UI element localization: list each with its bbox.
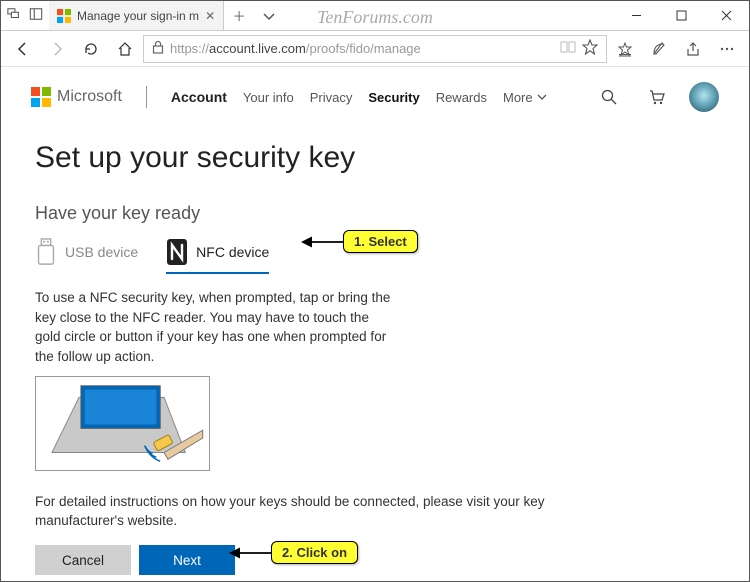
ink-notes-icon[interactable] <box>643 33 675 65</box>
divider <box>146 86 147 108</box>
share-icon[interactable] <box>677 33 709 65</box>
nfc-illustration <box>35 376 210 471</box>
annotation-step-1: 1. Select <box>301 230 418 253</box>
lock-icon <box>152 40 164 57</box>
chevron-down-icon <box>537 92 547 102</box>
annotation-step-2-label: 2. Click on <box>271 541 358 564</box>
nav-rewards[interactable]: Rewards <box>436 90 487 105</box>
site-favicon-icon <box>57 9 71 23</box>
header-search-icon[interactable] <box>593 81 625 113</box>
tab-title: Manage your sign-in m <box>77 9 199 23</box>
browser-address-bar: https://account.live.com/proofs/fido/man… <box>1 31 749 67</box>
browser-tab[interactable]: Manage your sign-in m ✕ <box>49 1 224 30</box>
manufacturer-detail: For detailed instructions on how your ke… <box>35 493 615 531</box>
arrow-left-icon <box>229 543 271 563</box>
page-title: Set up your security key <box>35 141 715 175</box>
tab-close-icon[interactable]: ✕ <box>205 9 215 23</box>
user-avatar[interactable] <box>689 82 719 112</box>
favorite-star-icon[interactable] <box>582 39 598 58</box>
window-minimize-button[interactable] <box>614 1 659 30</box>
nav-back-button[interactable] <box>7 33 39 65</box>
nfc-description: To use a NFC security key, when prompted… <box>35 288 395 366</box>
microsoft-brand[interactable]: Microsoft <box>31 87 122 107</box>
brand-text: Microsoft <box>57 88 122 106</box>
microsoft-logo-icon <box>31 87 51 107</box>
nav-refresh-button[interactable] <box>75 33 107 65</box>
task-view-icon[interactable] <box>7 7 21 24</box>
annotation-step-2: 2. Click on <box>229 541 358 564</box>
url-text: https://account.live.com/proofs/fido/man… <box>170 41 554 56</box>
annotation-step-1-label: 1. Select <box>343 230 418 253</box>
nav-more[interactable]: More <box>503 90 547 105</box>
sidebar-toggle-icon[interactable] <box>29 7 43 24</box>
arrow-left-icon <box>301 232 343 252</box>
new-tab-button[interactable]: ＋ <box>224 1 254 30</box>
window-titlebar: Manage your sign-in m ✕ ＋ <box>1 1 749 31</box>
tab-usb-device[interactable]: USB device <box>35 238 138 272</box>
tab-usb-label: USB device <box>65 244 138 260</box>
tab-preview-icon[interactable] <box>254 1 284 30</box>
button-row: Cancel Next <box>35 545 715 575</box>
nav-security[interactable]: Security <box>368 90 419 105</box>
reading-view-icon[interactable] <box>560 41 576 56</box>
page-subtitle: Have your key ready <box>35 203 715 224</box>
next-button[interactable]: Next <box>139 545 235 575</box>
main-content: Set up your security key Have your key r… <box>1 141 749 575</box>
more-menu-icon[interactable] <box>711 33 743 65</box>
nav-your-info[interactable]: Your info <box>243 90 294 105</box>
nav-privacy[interactable]: Privacy <box>310 90 353 105</box>
tab-nfc-device[interactable]: NFC device <box>166 238 269 274</box>
tab-nfc-label: NFC device <box>196 244 269 260</box>
site-header: Microsoft Account Your info Privacy Secu… <box>1 67 749 123</box>
nav-forward-button <box>41 33 73 65</box>
nfc-icon <box>166 238 188 266</box>
nav-home-button[interactable] <box>109 33 141 65</box>
window-maximize-button[interactable] <box>659 1 704 30</box>
header-cart-icon[interactable] <box>641 81 673 113</box>
usb-icon <box>35 238 57 266</box>
window-close-button[interactable] <box>704 1 749 30</box>
account-heading[interactable]: Account <box>171 89 227 105</box>
favorites-list-icon[interactable] <box>609 33 641 65</box>
url-field[interactable]: https://account.live.com/proofs/fido/man… <box>143 35 607 63</box>
cancel-button[interactable]: Cancel <box>35 545 131 575</box>
